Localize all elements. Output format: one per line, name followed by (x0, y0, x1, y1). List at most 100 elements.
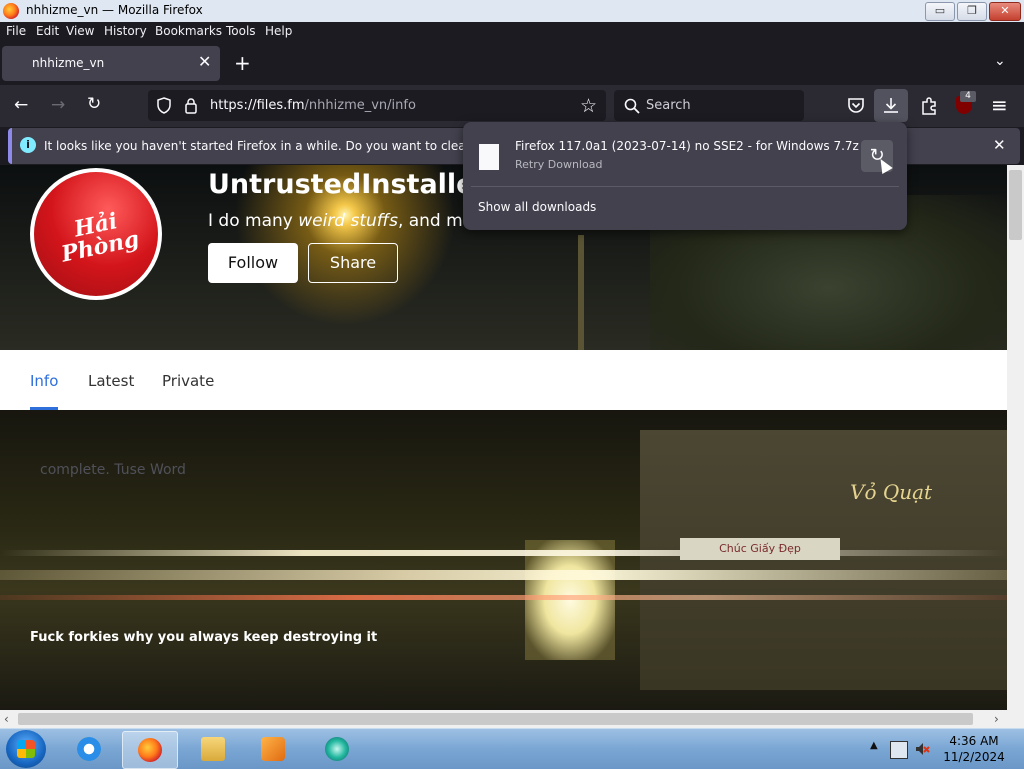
url-host: https://files.fm (210, 98, 305, 113)
avatar-image: Hải Phòng (34, 172, 158, 296)
lock-icon[interactable] (184, 97, 198, 114)
banner-kiosk-light (525, 540, 615, 660)
profile-banner-image: Vỏ Quạt Chúc Giấy Đẹp complete. Tuse Wor… (0, 410, 1007, 710)
bookmark-star-icon[interactable]: ☆ (580, 95, 597, 117)
windows-taskbar: ▲ 4:36 AM 11/2/2024 (0, 728, 1024, 769)
notification-close-icon[interactable]: ✕ (993, 136, 1006, 154)
profile-tabs: Info Latest Private (0, 350, 1007, 410)
tracking-shield-icon[interactable] (156, 97, 172, 114)
info-icon: i (20, 137, 36, 153)
show-hidden-icons-chevron-up-icon[interactable]: ▲ (870, 740, 878, 751)
header-background-pole (578, 235, 584, 350)
window-title: nhhizme_vn — Mozilla Firefox (26, 3, 203, 17)
menu-view[interactable]: View (66, 24, 94, 38)
horizontal-scrollbar-thumb[interactable] (18, 713, 973, 725)
back-arrow-icon[interactable]: ← (14, 95, 28, 115)
share-button[interactable]: Share (308, 243, 398, 283)
downloads-button[interactable] (874, 89, 908, 122)
bio-italic: weird stuffs (298, 211, 398, 231)
close-window-button[interactable]: ✕ (989, 2, 1021, 21)
navigation-toolbar: ← → ↻ https://files.fm/nhhizme_vn/info ☆… (0, 85, 1024, 127)
show-all-downloads-link[interactable]: Show all downloads (478, 200, 596, 214)
pocket-icon[interactable] (847, 97, 865, 114)
vertical-scrollbar[interactable] (1007, 165, 1024, 710)
profile-bio: I do many weird stuffs, and mo (208, 211, 473, 231)
notification-accent (8, 128, 12, 164)
taskbar-file-explorer[interactable] (186, 731, 240, 767)
tab-private[interactable]: Private (162, 372, 214, 390)
vertical-scrollbar-thumb[interactable] (1009, 170, 1022, 240)
media-player-icon (261, 737, 285, 761)
profile-name: UntrustedInstaller' (208, 169, 497, 200)
system-clock[interactable]: 4:36 AM 11/2/2024 (936, 733, 1012, 765)
internet-explorer-icon (77, 737, 101, 761)
clock-date: 11/2/2024 (943, 750, 1005, 764)
banner-overlay-text: complete. Tuse Word (40, 462, 186, 478)
menu-edit[interactable]: Edit (36, 24, 59, 38)
file-icon (479, 144, 499, 170)
banner-caption: Fuck forkies why you always keep destroy… (30, 630, 378, 645)
network-icon[interactable] (890, 741, 908, 759)
scroll-left-arrow-icon[interactable]: ‹ (4, 710, 9, 728)
avatar-logo-text: Hải Phòng (59, 208, 142, 268)
clock-time: 4:36 AM (949, 734, 999, 748)
taskbar-internet-explorer[interactable] (62, 731, 116, 767)
firefox-logo-icon (3, 3, 19, 19)
banner-shop-sign: Vỏ Quạt (850, 480, 933, 504)
bio-prefix: I do many (208, 211, 299, 231)
search-bar[interactable]: Search (614, 90, 804, 121)
tab-nhhizme[interactable]: nhhizme_vn ✕ (2, 46, 220, 81)
forward-arrow-icon[interactable]: → (51, 95, 65, 115)
reload-icon[interactable]: ↻ (87, 94, 101, 114)
hamburger-menu-icon[interactable]: ≡ (991, 93, 1008, 117)
menu-bookmarks[interactable]: Bookmarks (155, 24, 222, 38)
minimize-button[interactable]: ▭ (925, 2, 955, 21)
extensions-puzzle-icon[interactable] (920, 96, 938, 115)
banner-light-trail (0, 570, 1007, 580)
menu-history[interactable]: History (104, 24, 147, 38)
tab-latest[interactable]: Latest (88, 372, 134, 390)
ublock-badge-count: 4 (960, 91, 976, 102)
banner-building (640, 430, 1007, 690)
bio-suffix: , and mo (397, 211, 474, 231)
new-tab-button[interactable]: + (234, 51, 251, 75)
taskbar-media-player[interactable] (246, 731, 300, 767)
search-placeholder: Search (646, 98, 691, 113)
taskbar-firefox[interactable] (122, 731, 178, 769)
menu-file[interactable]: File (6, 24, 26, 38)
download-file-name[interactable]: Firefox 117.0a1 (2023-07-14) no SSE2 - f… (515, 139, 859, 153)
downloads-panel: Firefox 117.0a1 (2023-07-14) no SSE2 - f… (463, 122, 907, 230)
url-bar[interactable]: https://files.fm/nhhizme_vn/info ☆ (148, 90, 606, 121)
search-icon (624, 98, 640, 114)
menu-tools[interactable]: Tools (226, 24, 256, 38)
download-status: Retry Download (515, 158, 603, 171)
tab-strip: nhhizme_vn ✕ + ⌄ (0, 41, 1024, 85)
url-text[interactable]: https://files.fm/nhhizme_vn/info (210, 98, 416, 113)
tab-title: nhhizme_vn (32, 56, 105, 70)
url-path: /nhhizme_vn/info (304, 98, 416, 113)
follow-button[interactable]: Follow (208, 243, 298, 283)
horizontal-scrollbar[interactable]: ‹ › (0, 710, 1024, 728)
volume-muted-icon[interactable] (914, 741, 930, 757)
taskbar-app[interactable] (310, 731, 364, 767)
banner-light-trail (0, 595, 1007, 600)
tab-close-icon[interactable]: ✕ (198, 52, 211, 71)
menu-bar: File Edit View History Bookmarks Tools H… (0, 22, 1024, 41)
restore-button[interactable]: ❐ (957, 2, 987, 21)
banner-light-trail (0, 550, 1007, 556)
page-content: Hải Phòng UntrustedInstaller' I do many … (0, 165, 1007, 710)
list-all-tabs-chevron-down-icon[interactable]: ⌄ (994, 53, 1006, 69)
menu-help[interactable]: Help (265, 24, 292, 38)
tab-info[interactable]: Info (30, 372, 58, 390)
firefox-icon (138, 738, 162, 762)
scroll-right-arrow-icon[interactable]: › (994, 710, 999, 728)
start-button[interactable] (6, 730, 46, 768)
banner-shop-sign-2: Chúc Giấy Đẹp (680, 538, 840, 560)
avatar[interactable]: Hải Phòng (30, 168, 162, 300)
window-titlebar: nhhizme_vn — Mozilla Firefox ▭ ❐ ✕ (0, 0, 1024, 23)
download-arrow-icon (884, 98, 898, 113)
windows-logo-icon (17, 740, 35, 758)
app-icon (325, 737, 349, 761)
notification-message: It looks like you haven't started Firefo… (44, 139, 525, 153)
folder-icon (201, 737, 225, 761)
